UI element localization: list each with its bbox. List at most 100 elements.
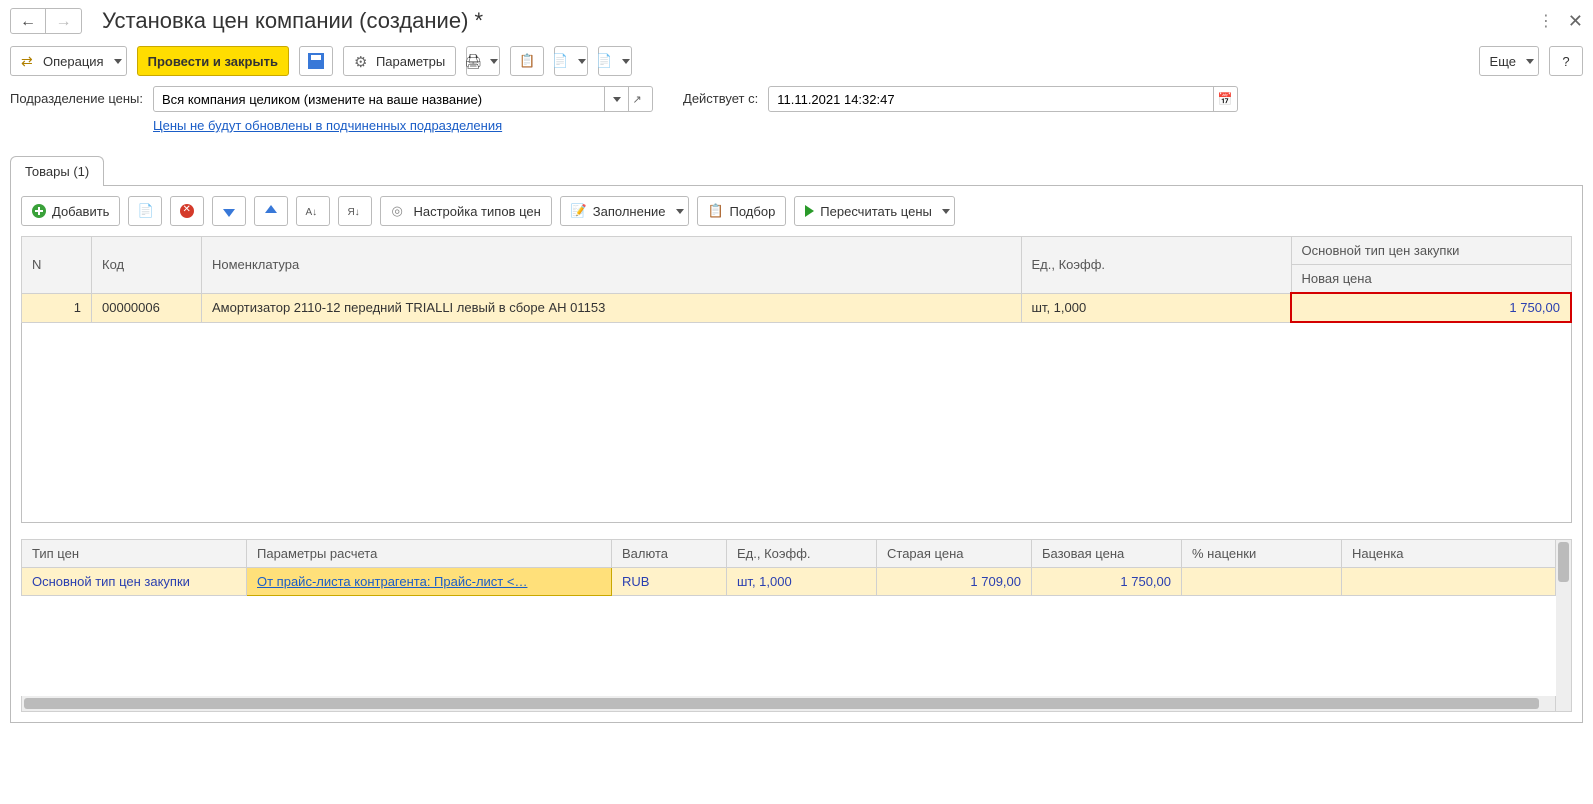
- sort-za-icon: [347, 203, 363, 219]
- cell-old-price[interactable]: 1 709,00: [877, 568, 1032, 596]
- recalc-button[interactable]: Пересчитать цены: [794, 196, 955, 226]
- goods-table[interactable]: N Код Номенклатура Ед., Коэфф. Основной …: [21, 236, 1572, 323]
- price-types-button[interactable]: Настройка типов цен: [380, 196, 551, 226]
- col-currency[interactable]: Валюта: [612, 540, 727, 568]
- cell-unit-coef[interactable]: шт, 1,000: [1021, 293, 1291, 322]
- chevron-down-icon: [1526, 59, 1534, 64]
- col-unit-coef[interactable]: Ед., Коэфф.: [1021, 237, 1291, 294]
- cell-new-price[interactable]: 1 750,00: [1291, 293, 1571, 322]
- move-down-button[interactable]: [212, 196, 246, 226]
- page-title: Установка цен компании (создание) *: [102, 8, 1538, 34]
- chevron-down-icon: [676, 209, 684, 214]
- gear-icon: [354, 53, 370, 69]
- col-markup-pct[interactable]: % наценки: [1182, 540, 1342, 568]
- floppy-icon: [308, 53, 324, 69]
- col-old-price[interactable]: Старая цена: [877, 540, 1032, 568]
- close-icon[interactable]: ✕: [1568, 11, 1583, 32]
- col-price-type[interactable]: Тип цен: [22, 540, 247, 568]
- effective-from-input[interactable]: [768, 86, 1214, 112]
- price-types-label: Настройка типов цен: [413, 204, 540, 219]
- sort-za-button[interactable]: [338, 196, 372, 226]
- vertical-scrollbar[interactable]: [1556, 539, 1572, 712]
- sort-az-button[interactable]: [296, 196, 330, 226]
- arrow-right-icon: [56, 13, 72, 29]
- parameters-button[interactable]: Параметры: [343, 46, 456, 76]
- scrollbar-thumb[interactable]: [24, 698, 1539, 709]
- nav-back-button[interactable]: [10, 8, 46, 34]
- col-n[interactable]: N: [22, 237, 92, 294]
- operation-label: Операция: [43, 54, 104, 69]
- effective-from-label: Действует с:: [683, 86, 758, 106]
- cell-markup[interactable]: [1342, 568, 1556, 596]
- copy-button[interactable]: [510, 46, 544, 76]
- cell-price-type[interactable]: Основной тип цен закупки: [22, 568, 247, 596]
- print-button[interactable]: [466, 46, 500, 76]
- subdivision-open-button[interactable]: [629, 86, 653, 112]
- kebab-menu-icon[interactable]: ⋮: [1538, 11, 1554, 31]
- cell-code[interactable]: 00000006: [92, 293, 202, 322]
- copy-icon: [519, 53, 535, 69]
- col-unit-coef[interactable]: Ед., Коэфф.: [727, 540, 877, 568]
- subdivision-input[interactable]: [153, 86, 605, 112]
- effective-from-field[interactable]: [768, 86, 1238, 112]
- effective-from-calendar-button[interactable]: [1214, 86, 1238, 112]
- fill-label: Заполнение: [593, 204, 666, 219]
- export-button[interactable]: [598, 46, 632, 76]
- cell-base-price[interactable]: 1 750,00: [1032, 568, 1182, 596]
- subdivision-label: Подразделение цены:: [10, 86, 143, 106]
- plus-doc-icon: [137, 203, 153, 219]
- col-base-price[interactable]: Базовая цена: [1032, 540, 1182, 568]
- print-icon: [464, 53, 480, 69]
- prices-note-link[interactable]: Цены не будут обновлены в подчиненных по…: [153, 118, 653, 133]
- table-row[interactable]: 1 00000006 Амортизатор 2110-12 передний …: [22, 293, 1572, 322]
- x-icon: [180, 204, 194, 218]
- cell-nomenclature[interactable]: Амортизатор 2110-12 передний TRIALLI лев…: [202, 293, 1022, 322]
- col-calc-params[interactable]: Параметры расчета: [247, 540, 612, 568]
- cell-currency[interactable]: RUB: [612, 568, 727, 596]
- more-label: Еще: [1490, 54, 1516, 69]
- pick-button[interactable]: Подбор: [697, 196, 787, 226]
- cell-calc-params[interactable]: От прайс-листа контрагента: Прайс-лист <…: [247, 568, 612, 596]
- col-code[interactable]: Код: [92, 237, 202, 294]
- col-markup[interactable]: Наценка: [1342, 540, 1556, 568]
- add-row-button[interactable]: Добавить: [21, 196, 120, 226]
- add-from-doc-button[interactable]: [128, 196, 162, 226]
- chevron-down-icon: [942, 209, 950, 214]
- table-row[interactable]: Основной тип цен закупки От прайс-листа …: [22, 568, 1556, 596]
- horizontal-scrollbar[interactable]: [21, 696, 1556, 712]
- subdivision-dropdown-button[interactable]: [605, 86, 629, 112]
- cell-unit-coef[interactable]: шт, 1,000: [727, 568, 877, 596]
- pick-icon: [708, 203, 724, 219]
- recalc-label: Пересчитать цены: [820, 204, 932, 219]
- chevron-down-icon: [622, 59, 630, 64]
- doc-out-icon: [596, 53, 612, 69]
- scrollbar-thumb[interactable]: [1558, 542, 1569, 582]
- operation-button[interactable]: Операция: [10, 46, 127, 76]
- chevron-down-icon: [114, 59, 122, 64]
- col-nomenclature[interactable]: Номенклатура: [202, 237, 1022, 294]
- cell-markup-pct[interactable]: [1182, 568, 1342, 596]
- price-calc-table[interactable]: Тип цен Параметры расчета Валюта Ед., Ко…: [21, 539, 1556, 596]
- save-button[interactable]: [299, 46, 333, 76]
- target-icon: [391, 203, 407, 219]
- col-new-price[interactable]: Новая цена: [1291, 265, 1571, 294]
- post-and-close-button[interactable]: Провести и закрыть: [137, 46, 289, 76]
- operation-icon: [21, 53, 37, 69]
- more-button[interactable]: Еще: [1479, 46, 1539, 76]
- doc-in-icon: [552, 53, 568, 69]
- fill-icon: [571, 203, 587, 219]
- cell-n[interactable]: 1: [22, 293, 92, 322]
- delete-row-button[interactable]: [170, 196, 204, 226]
- create-based-on-button[interactable]: [554, 46, 588, 76]
- move-up-button[interactable]: [254, 196, 288, 226]
- subdivision-field[interactable]: [153, 86, 653, 112]
- fill-button[interactable]: Заполнение: [560, 196, 689, 226]
- col-price-type[interactable]: Основной тип цен закупки: [1291, 237, 1571, 265]
- help-button[interactable]: ?: [1549, 46, 1583, 76]
- nav-forward-button[interactable]: [46, 8, 82, 34]
- tab-goods[interactable]: Товары (1): [10, 156, 104, 186]
- chevron-down-icon: [490, 59, 498, 64]
- chevron-down-icon: [578, 59, 586, 64]
- arrow-down-icon: [223, 209, 235, 217]
- goods-table-empty-area[interactable]: [21, 323, 1572, 523]
